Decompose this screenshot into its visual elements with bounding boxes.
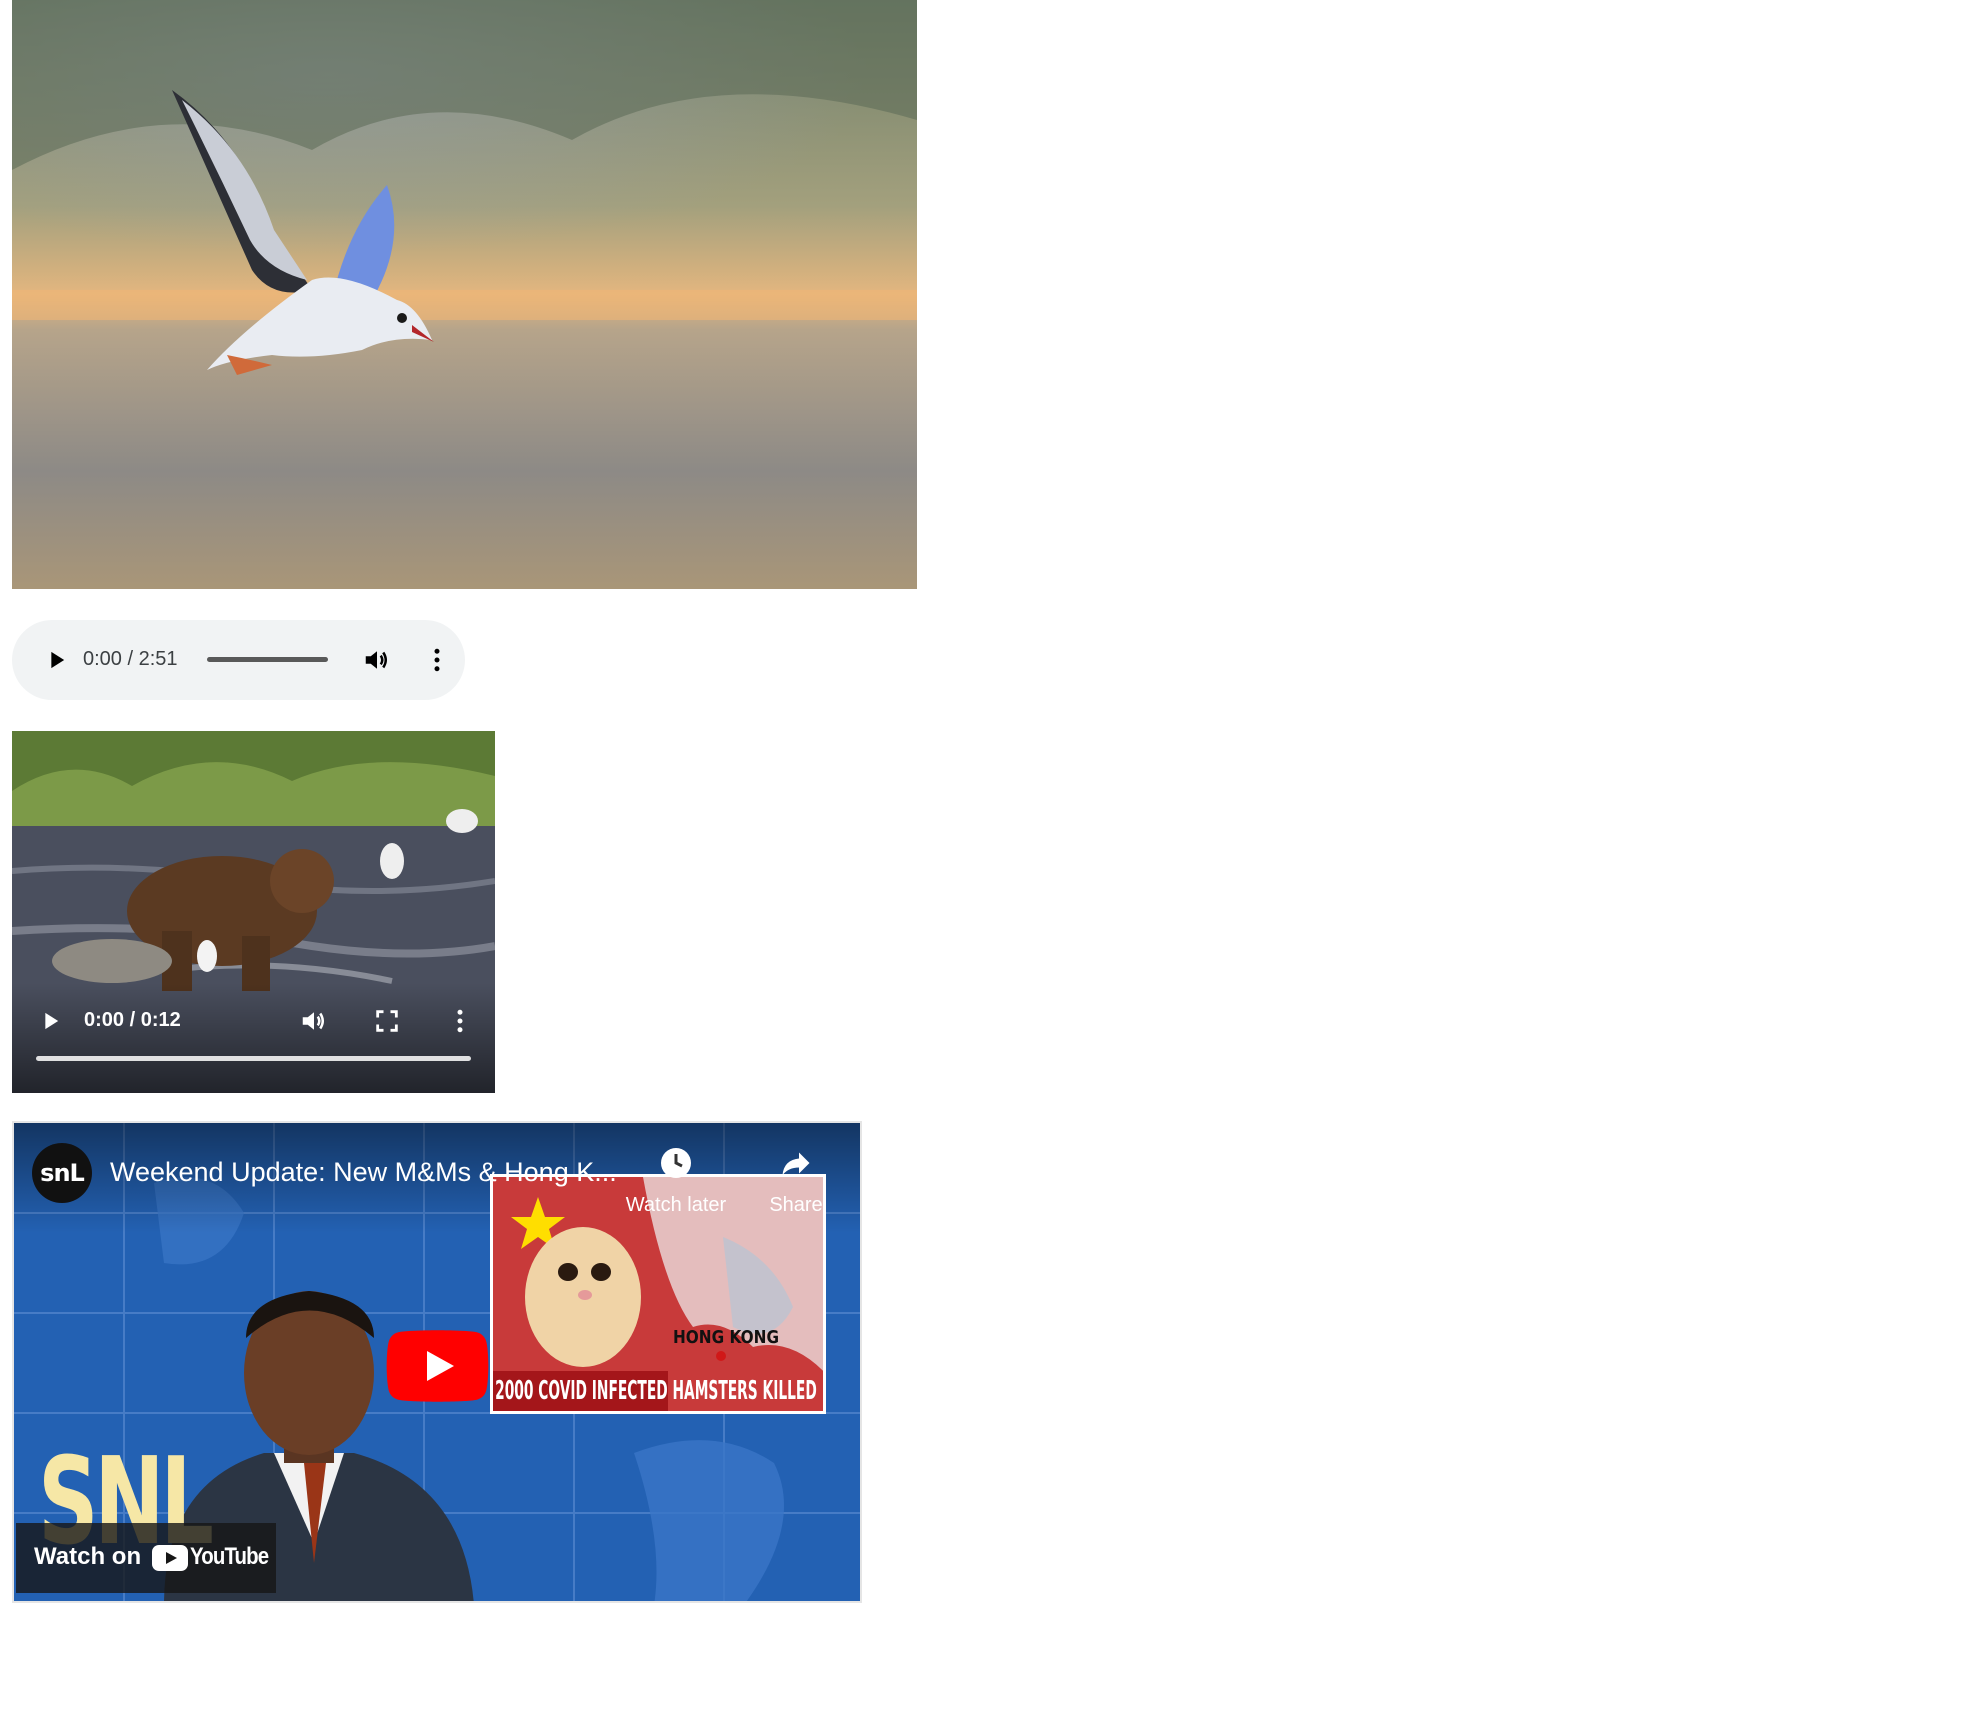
youtube-brand-text: YouTube xyxy=(190,1543,269,1570)
volume-icon[interactable] xyxy=(362,645,392,675)
page: 0:00 / 2:51 0:00 / 0:12 HONG KONG 2000 C… xyxy=(0,0,1973,1732)
share-label: Share xyxy=(769,1194,823,1216)
seagull-image xyxy=(12,0,917,589)
map-label: HONG KONG xyxy=(673,1327,780,1348)
play-icon[interactable] xyxy=(42,646,70,674)
video-player[interactable]: 0:00 / 0:12 xyxy=(12,731,495,1093)
youtube-play-icon[interactable] xyxy=(386,1330,489,1402)
clock-icon xyxy=(661,1148,691,1178)
video-progress-bar[interactable] xyxy=(36,1056,471,1061)
video-controls-gradient xyxy=(12,983,495,1093)
video-title[interactable]: Weekend Update: New M&Ms & Hong K... xyxy=(110,1157,617,1188)
watch-later-button[interactable]: Watch later xyxy=(616,1145,736,1217)
news-caption: 2000 COVID INFECTED HAMSTERS KILLED xyxy=(493,1371,817,1411)
share-arrow-icon xyxy=(782,1152,810,1175)
audio-time: 0:00 / 2:51 xyxy=(83,648,178,670)
share-button[interactable]: Share xyxy=(756,1145,836,1217)
youtube-embed[interactable]: HONG KONG 2000 COVID INFECTED HAMSTERS K… xyxy=(12,1121,862,1603)
more-vert-icon[interactable] xyxy=(422,645,452,675)
fullscreen-icon[interactable] xyxy=(373,1007,401,1035)
audio-progress-bar[interactable] xyxy=(207,657,328,662)
youtube-logo-icon xyxy=(152,1545,188,1571)
watch-later-label: Watch later xyxy=(625,1194,727,1216)
more-vert-icon[interactable] xyxy=(445,1006,475,1036)
audio-player[interactable]: 0:00 / 2:51 xyxy=(12,620,465,700)
channel-avatar[interactable]: snL xyxy=(32,1143,92,1203)
video-time: 0:00 / 0:12 xyxy=(84,1009,181,1031)
volume-icon[interactable] xyxy=(299,1006,329,1036)
play-icon[interactable] xyxy=(36,1007,64,1035)
seagull-photo xyxy=(12,0,917,589)
watch-on-label: Watch on xyxy=(34,1543,142,1570)
watch-on-youtube-button[interactable]: Watch on YouTube xyxy=(16,1523,276,1593)
